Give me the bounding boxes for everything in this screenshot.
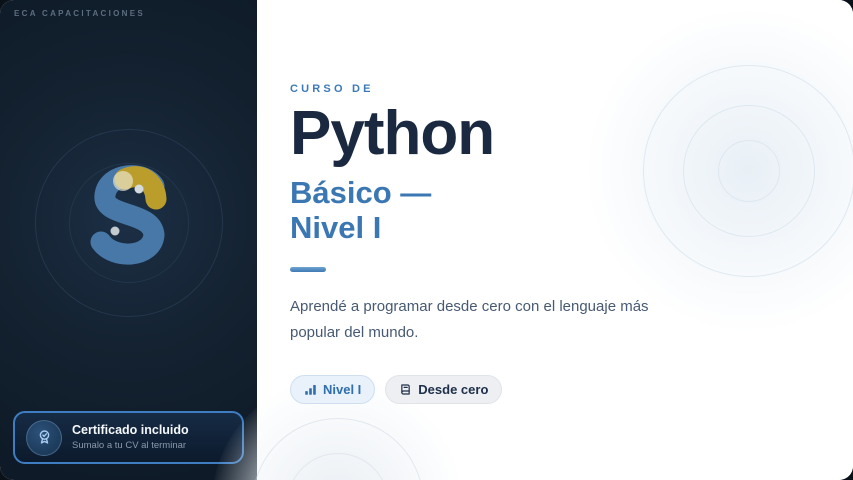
- medal-icon: [35, 428, 54, 447]
- level-icon: [304, 383, 317, 396]
- eyebrow-label: CURSO DE: [290, 83, 710, 95]
- course-subtitle: Básico — Nivel I: [290, 175, 710, 245]
- certificate-title: Certificado incluido: [72, 423, 189, 439]
- course-title: Python: [290, 103, 710, 165]
- certificate-card: Certificado incluido Sumalo a tu CV al t…: [13, 411, 244, 464]
- badge-desde-cero-label: Desde cero: [418, 382, 488, 397]
- hero-content: CURSO DE Python Básico — Nivel I Aprendé…: [290, 83, 710, 404]
- certificate-text: Certificado incluido Sumalo a tu CV al t…: [72, 423, 189, 452]
- badge-nivel[interactable]: Nivel I: [290, 375, 375, 404]
- course-landing-page: ECA CAPACITACIONES Certificado incluido …: [0, 0, 853, 480]
- certificate-subtitle: Sumalo a tu CV al terminar: [72, 440, 189, 452]
- left-brand-panel: ECA CAPACITACIONES Certificado incluido …: [0, 0, 257, 480]
- course-subtitle-line2: Nivel I: [290, 210, 381, 245]
- certificate-icon-circle: [26, 420, 62, 456]
- badge-desde-cero[interactable]: Desde cero: [385, 375, 502, 404]
- hero-panel: CURSO DE Python Básico — Nivel I Aprendé…: [257, 0, 853, 480]
- course-subtitle-line1: Básico —: [290, 175, 431, 210]
- book-icon: [399, 383, 412, 396]
- badges-row: Nivel I Desde cero: [290, 375, 710, 404]
- accent-divider: [290, 267, 326, 272]
- course-description: Aprendé a programar desde cero con el le…: [290, 294, 670, 347]
- snake-s-logo-icon: [68, 152, 188, 272]
- brand-name: ECA CAPACITACIONES: [14, 9, 145, 18]
- badge-nivel-label: Nivel I: [323, 382, 361, 397]
